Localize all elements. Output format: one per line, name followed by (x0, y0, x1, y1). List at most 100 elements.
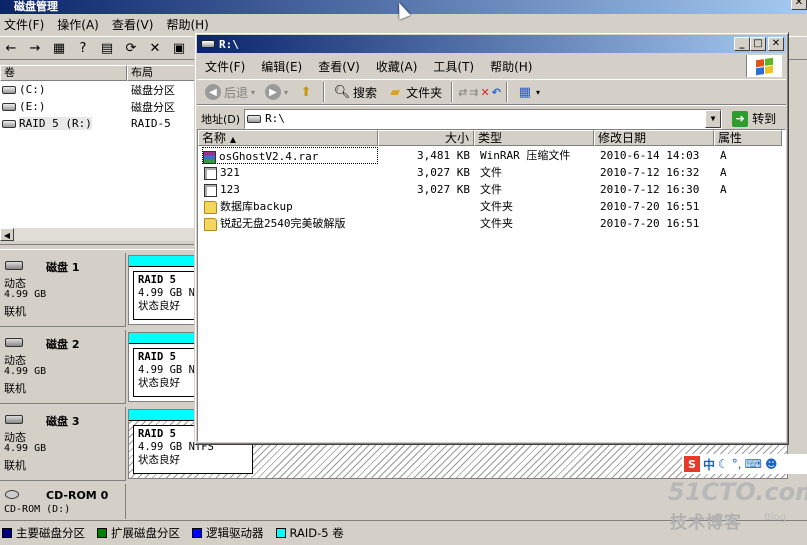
column-modified[interactable]: 修改日期 (594, 130, 714, 146)
properties-icon[interactable]: ▤ (98, 39, 116, 57)
horizontal-scrollbar[interactable]: ◀ (0, 227, 195, 241)
volume-row[interactable]: (C:) 磁盘分区 (0, 81, 195, 98)
folder-up-icon: ⬆ (300, 84, 312, 100)
sort-arrow-icon: ▲ (229, 135, 236, 144)
column-size[interactable]: 大小 (378, 130, 474, 146)
console-tree-icon[interactable]: ▦ (50, 39, 68, 57)
file-type: 文件夹 (480, 217, 513, 230)
drive-icon (247, 114, 262, 123)
format-icon[interactable]: ▣ (170, 39, 188, 57)
go-arrow-icon: ➜ (732, 110, 749, 127)
explorer-window: R:\ _ □ ✕ 文件(F) 编辑(E) 查看(V) 收藏(A) 工具(T) … (194, 32, 789, 445)
search-button[interactable]: 🔍︎ 搜索 (330, 81, 381, 103)
column-volume[interactable]: 卷 (0, 65, 127, 81)
menu-action[interactable]: 操作(A) (53, 16, 108, 33)
forward-arrow-icon[interactable]: → (26, 39, 44, 57)
scroll-left-icon[interactable]: ◀ (0, 228, 14, 241)
file-row[interactable]: 321 3,027 KB 文件 2010-7-12 16:32 A (198, 164, 784, 181)
disk-status: 联机 (4, 382, 26, 395)
legend-label: 主要磁盘分区 (16, 526, 85, 540)
menu-edit[interactable]: 编辑(E) (253, 58, 310, 75)
volume-list-header: 卷 布局 (0, 65, 195, 81)
dropdown-arrow-icon[interactable]: ▼ (705, 109, 722, 128)
minimize-icon[interactable]: _ (734, 37, 750, 51)
explorer-title-bar[interactable]: R:\ _ □ ✕ (197, 35, 786, 53)
file-size: 3,481 KB (417, 149, 470, 162)
disk-icon (5, 338, 23, 347)
file-row[interactable]: 123 3,027 KB 文件 2010-7-12 16:30 A (198, 181, 784, 198)
maximize-icon[interactable]: □ (750, 37, 766, 51)
volume-layout: RAID-5 (131, 117, 171, 130)
volume-row[interactable]: RAID 5 (R:) RAID-5 (0, 115, 195, 132)
volume-row[interactable]: (E:) 磁盘分区 (0, 98, 195, 115)
column-layout[interactable]: 布局 (127, 65, 195, 81)
file-size: 3,027 KB (417, 166, 470, 179)
menu-favorites[interactable]: 收藏(A) (368, 58, 426, 75)
toolbar-separator (505, 82, 508, 102)
disk-icon (5, 415, 23, 424)
menu-view[interactable]: 查看(V) (310, 58, 368, 75)
menu-view[interactable]: 查看(V) (108, 16, 163, 33)
punctuation-icon[interactable]: °, (732, 457, 742, 471)
file-name-cell: osGhostV2.4.rar (202, 147, 378, 164)
menu-file[interactable]: 文件(F) (0, 16, 53, 33)
file-modified: 2010-7-12 16:30 (600, 183, 700, 196)
user-icon[interactable]: ☻ (765, 457, 778, 471)
legend-item: 主要磁盘分区 (2, 525, 85, 541)
up-button[interactable]: ⬆ (294, 81, 318, 103)
disk-name: 磁盘 2 (46, 338, 80, 351)
volume-name: (E:) (19, 100, 46, 113)
volume-layout: 磁盘分区 (131, 83, 175, 97)
cdrom-icon (5, 490, 19, 499)
address-bar: 地址(D) R:\ ▼ ➜ 转到 (197, 105, 786, 131)
legend-item: RAID-5 卷 (275, 525, 344, 541)
folder-row[interactable]: 锐起无盘2540完美破解版 文件夹 2010-7-20 16:51 (198, 215, 784, 232)
go-button[interactable]: ➜ 转到 (732, 110, 776, 127)
refresh-icon[interactable]: ⟳ (122, 39, 140, 57)
menu-help[interactable]: 帮助(H) (162, 16, 217, 33)
dropdown-arrow-icon: ▾ (535, 87, 540, 97)
forward-button[interactable]: ▶ ▾ (261, 81, 292, 103)
file-row[interactable]: osGhostV2.4.rar 3,481 KB WinRAR 压缩文件 201… (198, 147, 784, 164)
close-icon[interactable]: ✕ (768, 37, 784, 51)
column-attributes[interactable]: 属性 (714, 130, 782, 146)
menu-help[interactable]: 帮助(H) (482, 58, 540, 75)
file-list-pane: 名称 ▲ 大小 类型 修改日期 属性 osGhostV2.4.rar 3,481… (197, 129, 786, 442)
disk-name: 磁盘 1 (46, 261, 80, 274)
dropdown-arrow-icon: ▾ (251, 87, 256, 97)
half-width-icon[interactable]: ☾ (718, 457, 729, 471)
address-value: R:\ (265, 112, 285, 125)
file-attr: A (720, 183, 727, 196)
toolbar-separator (323, 82, 326, 102)
views-button[interactable]: ▦ ▾ (513, 81, 544, 103)
help-icon[interactable]: ? (74, 39, 92, 57)
address-input[interactable]: R:\ ▼ (244, 108, 723, 129)
menu-tools[interactable]: 工具(T) (425, 58, 482, 75)
keyboard-icon[interactable]: ⌨ (745, 457, 762, 471)
ime-toolbar: S 中 ☾ °, ⌨ ☻ (682, 454, 807, 474)
folders-button[interactable]: ▰ 文件夹 (383, 81, 446, 103)
close-icon[interactable]: ✕ (791, 0, 807, 10)
disk-status: 联机 (4, 459, 26, 472)
sogou-ime-icon[interactable]: S (684, 456, 700, 472)
move-to-icon[interactable]: ⇄ (458, 86, 467, 99)
copy-to-icon[interactable]: ⇉ (469, 86, 478, 99)
back-button[interactable]: ◀ 后退 ▾ (201, 81, 259, 103)
column-type[interactable]: 类型 (474, 130, 594, 146)
file-name-cell: 321 (204, 164, 240, 181)
drive-icon (201, 40, 215, 48)
site-watermark: 51CTO.com (668, 478, 807, 506)
column-name[interactable]: 名称 ▲ (198, 130, 378, 146)
legend-label: 扩展磁盘分区 (111, 526, 180, 540)
ime-language-toggle[interactable]: 中 (703, 456, 715, 473)
delete-icon[interactable]: ✕ (481, 86, 490, 99)
file-type: 文件 (480, 166, 502, 179)
folders-label: 文件夹 (406, 85, 443, 100)
undo-icon[interactable]: ↶ (492, 86, 501, 99)
pane-splitter[interactable] (0, 244, 195, 250)
folder-row[interactable]: 数据库backup 文件夹 2010-7-20 16:51 (198, 198, 784, 215)
menu-file[interactable]: 文件(F) (197, 58, 253, 75)
delete-icon[interactable]: ✕ (146, 39, 164, 57)
back-arrow-icon[interactable]: ← (2, 39, 20, 57)
file-size: 3,027 KB (417, 183, 470, 196)
